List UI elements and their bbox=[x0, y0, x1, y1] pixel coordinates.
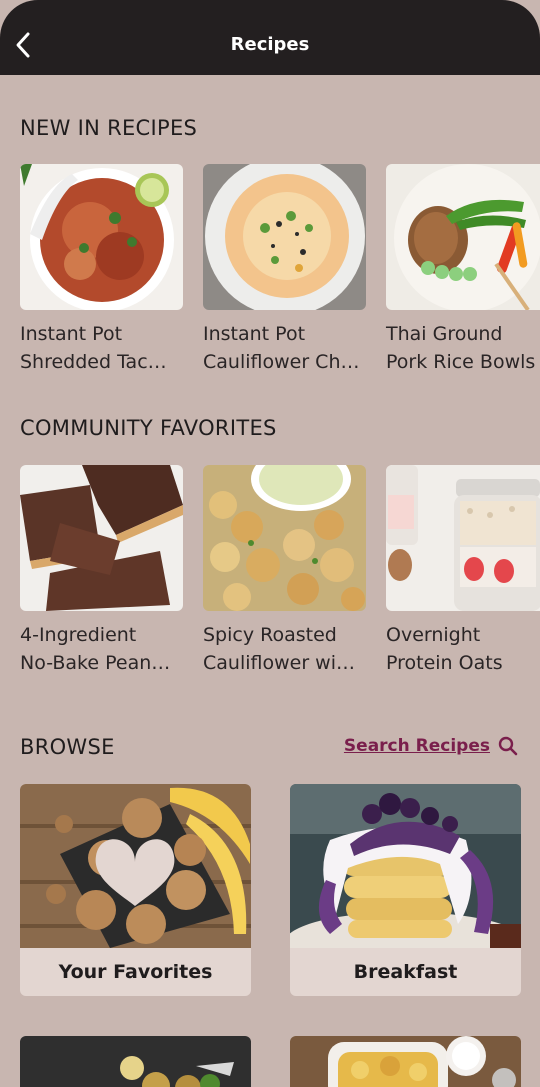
section-title-new-in: NEW IN RECIPES bbox=[20, 116, 198, 140]
recipe-card-spicy-cauliflower[interactable]: Spicy Roasted Cauliflower wi… bbox=[203, 465, 366, 677]
search-icon bbox=[498, 736, 518, 756]
category-card-partial-left[interactable] bbox=[20, 1036, 251, 1087]
section-title-community: COMMUNITY FAVORITES bbox=[20, 416, 277, 440]
search-recipes-link[interactable]: Search Recipes bbox=[344, 736, 518, 756]
recipe-image bbox=[20, 164, 183, 310]
recipe-title: Thai Ground Pork Rice Bowls bbox=[386, 323, 536, 373]
recipe-image bbox=[203, 465, 366, 611]
recipe-title: Instant Pot Shredded Tac… bbox=[20, 323, 167, 373]
category-card-partial-right[interactable] bbox=[290, 1036, 521, 1087]
recipe-title: Spicy Roasted Cauliflower wi… bbox=[203, 624, 355, 674]
category-your-favorites[interactable]: Your Favorites bbox=[20, 784, 251, 996]
top-bar: Recipes bbox=[0, 0, 540, 75]
recipe-image bbox=[203, 164, 366, 310]
category-label: Your Favorites bbox=[58, 961, 213, 983]
recipe-card-shredded-tacos[interactable]: Instant Pot Shredded Tac… bbox=[20, 164, 183, 376]
recipe-title: 4-Ingredient No-Bake Pean… bbox=[20, 624, 171, 674]
category-image bbox=[290, 784, 521, 972]
recipe-image bbox=[386, 164, 540, 310]
new-in-row[interactable]: Instant Pot Shredded Tac… Instant Pot Ca… bbox=[20, 164, 540, 376]
section-title-browse: BROWSE bbox=[20, 735, 115, 759]
recipe-title: Instant Pot Cauliflower Ch… bbox=[203, 323, 360, 373]
community-row[interactable]: 4-Ingredient No-Bake Pean… Spicy Roasted… bbox=[20, 465, 540, 677]
recipe-card-cauliflower-chowder[interactable]: Instant Pot Cauliflower Ch… bbox=[203, 164, 366, 376]
category-label: Breakfast bbox=[353, 961, 458, 983]
search-recipes-label: Search Recipes bbox=[343, 736, 490, 756]
recipe-card-no-bake-peanut[interactable]: 4-Ingredient No-Bake Pean… bbox=[20, 465, 183, 677]
recipe-image bbox=[20, 465, 183, 611]
recipe-image bbox=[386, 465, 540, 611]
recipe-card-thai-pork-bowls[interactable]: Thai Ground Pork Rice Bowls bbox=[386, 164, 540, 376]
recipe-card-overnight-oats[interactable]: Overnight Protein Oats bbox=[386, 465, 540, 677]
recipe-title: Overnight Protein Oats bbox=[386, 624, 503, 674]
category-breakfast[interactable]: Breakfast bbox=[290, 784, 521, 996]
page-title: Recipes bbox=[230, 34, 310, 55]
category-image bbox=[20, 784, 251, 948]
